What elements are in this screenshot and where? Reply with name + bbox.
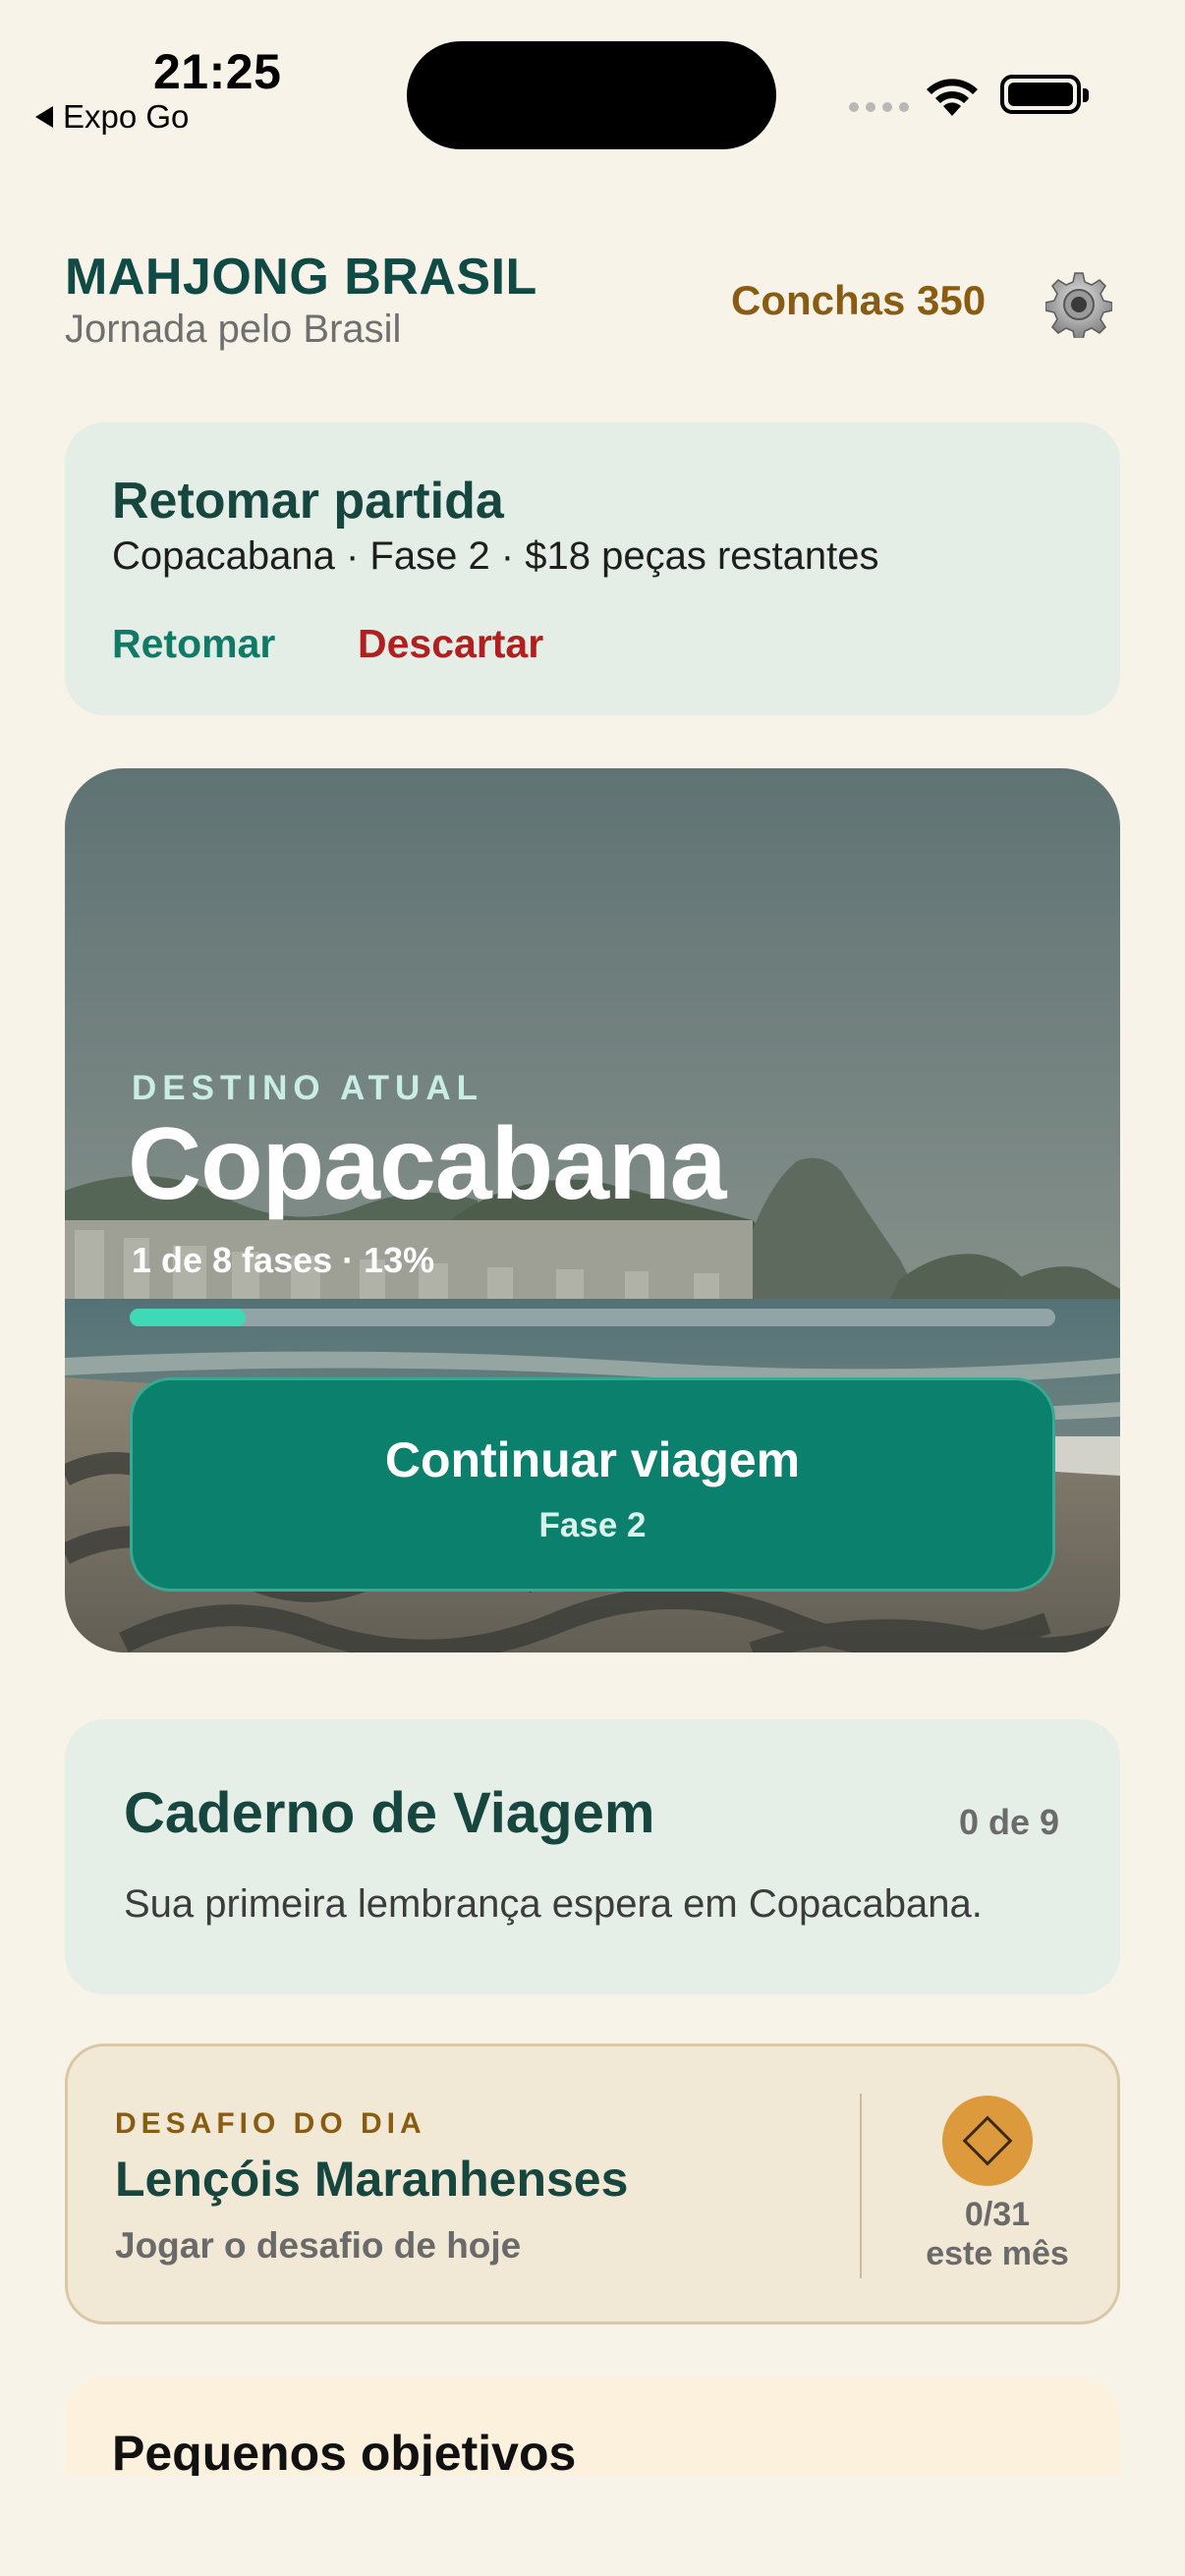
app-title: MAHJONG BRASIL (65, 249, 537, 306)
destination-progress-text: 1 de 8 fases · 13% (132, 1240, 435, 1280)
objectives-section: Pequenos objetivos (65, 2378, 1120, 2476)
destination-progress-fill (130, 1309, 246, 1326)
daily-challenge-card[interactable]: DESAFIO DO DIA Lençóis Maranhenses Jogar… (65, 2044, 1120, 2324)
back-arrow-icon (35, 106, 53, 128)
objectives-card: Pequenos objetivos (65, 2378, 1120, 2476)
notebook-count: 0 de 9 (958, 1802, 1059, 1842)
daily-challenge-title: Lençóis Maranhenses (115, 2152, 629, 2207)
battery-icon (1000, 75, 1089, 114)
resume-game-card: Retomar partida Copacabana · Fase 2 · $1… (65, 422, 1120, 715)
resume-card-title: Retomar partida (112, 473, 504, 530)
destination-eyebrow: DESTINO ATUAL (132, 1069, 483, 1107)
travel-notebook-card[interactable]: Caderno de Viagem 0 de 9 Sua primeira le… (65, 1719, 1120, 1994)
continue-journey-label: Continuar viagem (384, 1432, 801, 1487)
app-subtitle: Jornada pelo Brasil (65, 308, 402, 351)
notebook-description: Sua primeira lembrança espera em Copacab… (124, 1882, 983, 1926)
daily-challenge-period: este mês (926, 2235, 1069, 2272)
shells-balance: Conchas 350 (731, 277, 987, 323)
dynamic-island (407, 41, 776, 149)
notebook-title: Caderno de Viagem (124, 1781, 655, 1845)
destination-name: Copacabana (128, 1107, 726, 1221)
gear-icon[interactable] (1045, 271, 1112, 338)
continue-journey-button[interactable]: Continuar viagem Fase 2 (130, 1377, 1055, 1592)
status-time: 21:25 (153, 44, 282, 99)
daily-challenge-divider (860, 2094, 862, 2278)
daily-challenge-subtitle: Jogar o desafio de hoje (115, 2225, 522, 2266)
back-label: Expo Go (63, 98, 190, 135)
objectives-title: Pequenos objetivos (112, 2426, 577, 2476)
cellular-signal-icon (849, 102, 909, 112)
diamond-icon (942, 2096, 1033, 2186)
resume-button[interactable]: Retomar (112, 621, 275, 667)
daily-challenge-eyebrow: DESAFIO DO DIA (115, 2107, 426, 2140)
resume-card-description: Copacabana · Fase 2 · $18 peças restante… (112, 534, 879, 578)
current-destination-card: DESTINO ATUAL Copacabana 1 de 8 fases · … (65, 768, 1120, 1652)
daily-challenge-count: 0/31 (964, 2196, 1031, 2233)
back-to-expo-go[interactable]: Expo Go (35, 98, 189, 136)
wifi-icon (927, 79, 978, 116)
destination-progress-bar (130, 1309, 1055, 1326)
discard-button[interactable]: Descartar (358, 621, 543, 667)
continue-journey-phase: Fase 2 (538, 1506, 647, 1544)
